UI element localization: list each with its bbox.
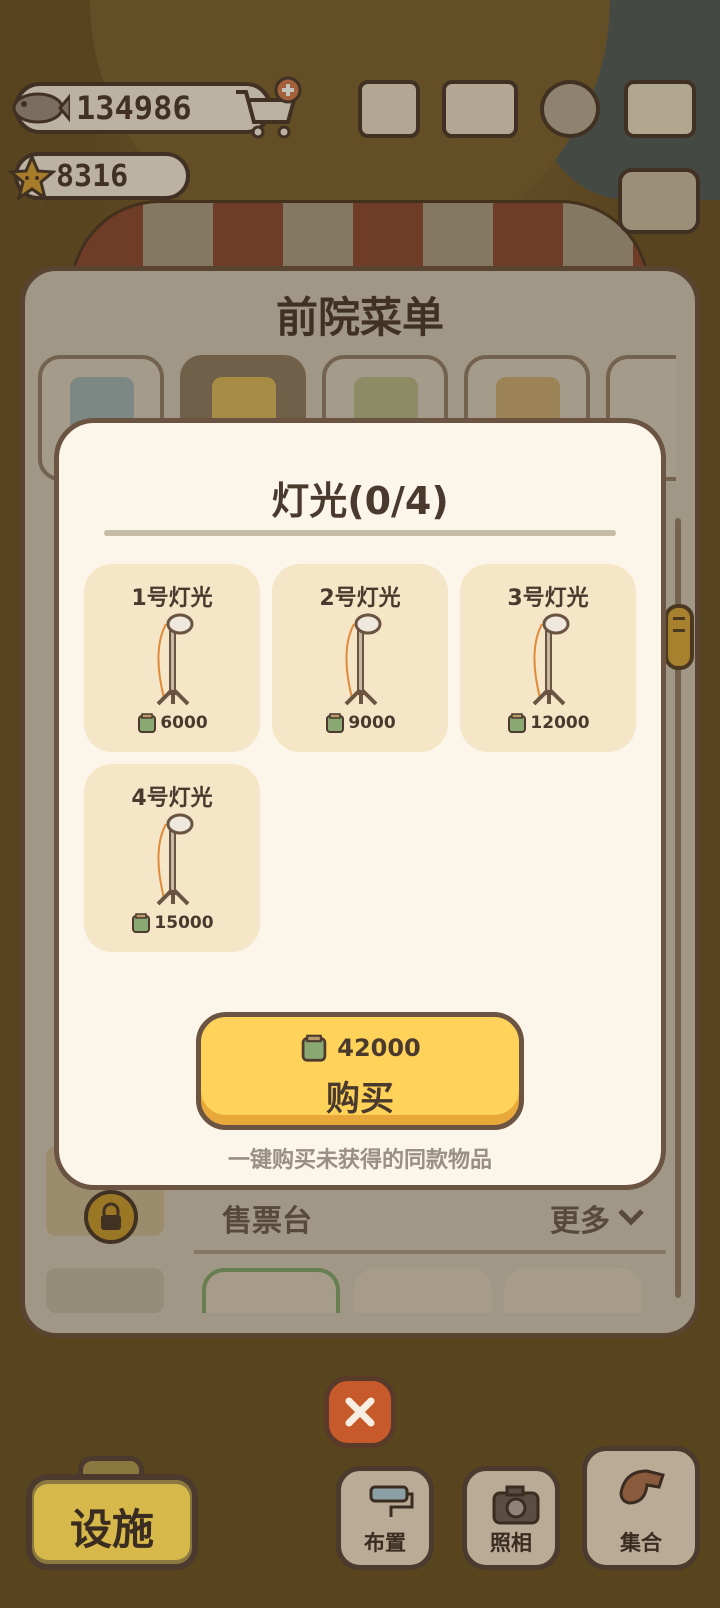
buy-price-value: 42000 — [337, 1034, 421, 1062]
paint-roller-icon — [369, 1485, 414, 1517]
dialog-title: 灯光(0/4) — [271, 479, 449, 523]
can-icon — [132, 913, 151, 933]
photo-label: 照相 — [490, 1531, 532, 1555]
lamp-icon — [344, 613, 382, 706]
item-price-value: 12000 — [530, 713, 590, 733]
can-icon — [138, 713, 157, 733]
camera-icon — [492, 1485, 540, 1525]
light-item-card[interactable]: 2号灯光 9000 — [272, 564, 448, 752]
item-price-value: 6000 — [160, 713, 208, 733]
light-item-card[interactable]: 1号灯光 6000 — [84, 564, 260, 752]
lamp-icon — [156, 613, 194, 706]
item-price: 6000 — [84, 712, 260, 734]
close-button[interactable] — [324, 1376, 396, 1448]
item-name: 3号灯光 — [507, 586, 589, 611]
item-name: 1号灯光 — [131, 586, 213, 611]
buy-hint: 一键购买未获得的同款物品 — [227, 1148, 492, 1173]
item-name: 4号灯光 — [131, 786, 213, 811]
gather-label: 集合 — [620, 1531, 662, 1555]
buy-label: 购买 — [326, 1079, 394, 1119]
can-icon — [301, 1034, 327, 1062]
light-item-card[interactable]: 4号灯光 15000 — [84, 764, 260, 952]
can-icon — [326, 713, 345, 733]
close-icon — [345, 1397, 375, 1427]
dialog-divider — [104, 530, 616, 536]
item-price: 15000 — [84, 912, 260, 934]
arrange-button[interactable]: 布置 — [336, 1466, 434, 1570]
arrange-label: 布置 — [364, 1531, 406, 1555]
buy-price: 42000 — [201, 1033, 519, 1063]
item-price: 12000 — [460, 712, 636, 734]
item-price-value: 9000 — [348, 713, 396, 733]
whistle-icon — [619, 1469, 665, 1505]
lamp-icon — [156, 813, 194, 906]
item-price-value: 15000 — [154, 913, 214, 933]
item-name: 2号灯光 — [319, 586, 401, 611]
can-icon — [508, 713, 527, 733]
item-price: 9000 — [272, 712, 448, 734]
light-item-card[interactable]: 3号灯光 12000 — [460, 564, 636, 752]
facility-label: 设施 — [69, 1505, 154, 1554]
photo-button[interactable]: 照相 — [462, 1466, 560, 1570]
lamp-icon — [532, 613, 570, 706]
buy-button[interactable]: 42000 购买 — [196, 1012, 524, 1130]
gather-button[interactable]: 集合 — [582, 1446, 700, 1570]
